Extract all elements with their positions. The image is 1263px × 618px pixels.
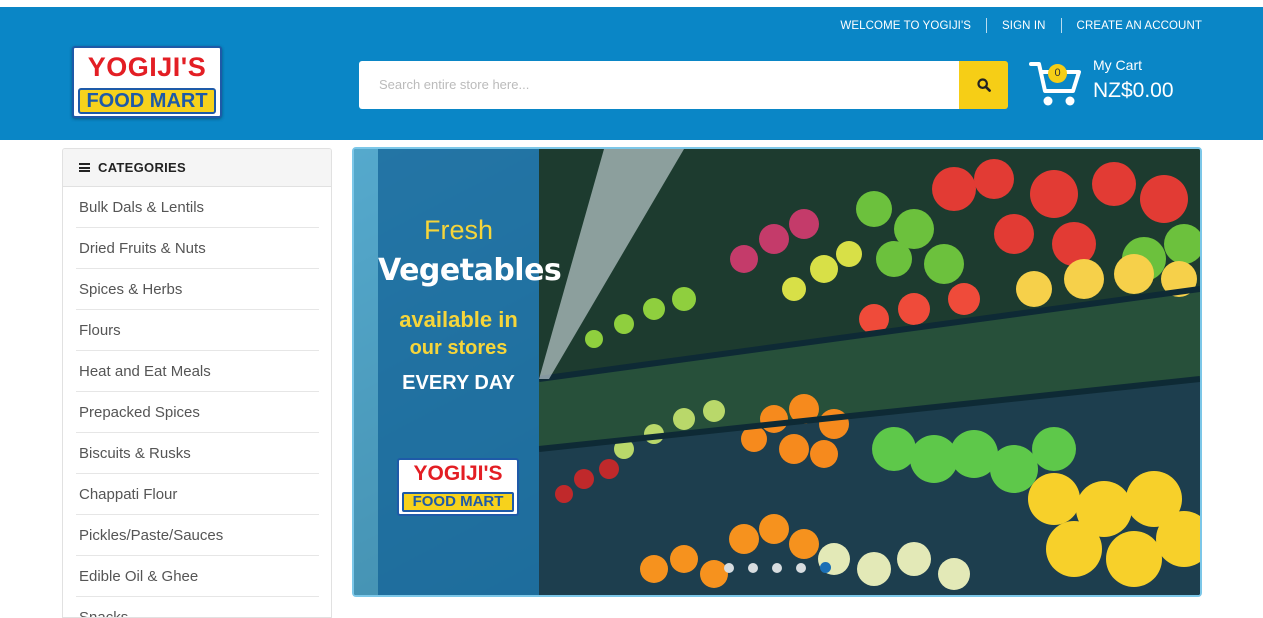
logo-line2: FOOD MART xyxy=(78,88,216,114)
category-item[interactable]: Bulk Dals & Lentils xyxy=(76,187,319,228)
create-account-link[interactable]: CREATE AN ACCOUNT xyxy=(1062,20,1202,32)
category-item[interactable]: Flours xyxy=(76,310,319,351)
categories-list: Bulk Dals & Lentils Dried Fruits & Nuts … xyxy=(63,187,331,618)
top-strip xyxy=(0,0,1263,7)
categories-panel: CATEGORIES Bulk Dals & Lentils Dried Fru… xyxy=(62,148,332,618)
cart-label[interactable]: My Cart xyxy=(1093,57,1142,73)
banner-line-stores: our stores xyxy=(409,337,508,359)
sign-in-link[interactable]: SIGN IN xyxy=(987,20,1061,32)
banner-logo-line1: YOGIJI'S xyxy=(413,462,503,485)
slider-dot[interactable] xyxy=(724,562,734,573)
category-item[interactable]: Edible Oil & Ghee xyxy=(76,556,319,597)
categories-title: CATEGORIES xyxy=(98,160,186,175)
menu-icon xyxy=(79,163,90,172)
slider-dot[interactable] xyxy=(772,562,782,573)
search-button[interactable] xyxy=(959,61,1008,109)
search-icon xyxy=(976,78,991,92)
slider-dots xyxy=(724,562,831,573)
banner-line-available: available in xyxy=(399,307,518,332)
category-item[interactable]: Chappati Flour xyxy=(76,474,319,515)
logo-line1: YOGIJI'S xyxy=(87,52,207,82)
search-input[interactable]: Search entire store here... xyxy=(359,61,960,109)
slider-dot-active[interactable] xyxy=(820,562,831,573)
category-item[interactable]: Snacks xyxy=(76,597,319,618)
welcome-text: WELCOME TO YOGIJI'S xyxy=(840,19,972,32)
banner-line-fresh: Fresh xyxy=(423,215,494,245)
hero-banner[interactable]: Fresh Vegetables available in our stores… xyxy=(352,147,1202,597)
category-item[interactable]: Biscuits & Rusks xyxy=(76,433,319,474)
cart-total[interactable]: NZ$0.00 xyxy=(1093,79,1174,103)
banner-logo: YOGIJI'S FOOD MART xyxy=(397,458,519,516)
categories-header: CATEGORIES xyxy=(63,149,331,187)
slider-dot[interactable] xyxy=(796,562,806,573)
banner-line-vegetables: Vegetables xyxy=(378,253,562,288)
banner-logo-line2: FOOD MART xyxy=(402,492,514,512)
site-logo[interactable]: YOGIJI'S FOOD MART xyxy=(72,46,222,118)
banner-text-panel: Fresh Vegetables available in our stores… xyxy=(378,149,562,595)
category-item[interactable]: Spices & Herbs xyxy=(76,269,319,310)
banner-line-everyday: EVERY DAY xyxy=(402,372,515,394)
cart-count-badge: 0 xyxy=(1048,64,1067,83)
top-links: WELCOME TO YOGIJI'S SIGN IN CREATE AN AC… xyxy=(825,18,1202,33)
category-item[interactable]: Heat and Eat Meals xyxy=(76,351,319,392)
category-item[interactable]: Dried Fruits & Nuts xyxy=(76,228,319,269)
category-item[interactable]: Prepacked Spices xyxy=(76,392,319,433)
category-item[interactable]: Pickles/Paste/Sauces xyxy=(76,515,319,556)
slider-dot[interactable] xyxy=(748,562,758,573)
